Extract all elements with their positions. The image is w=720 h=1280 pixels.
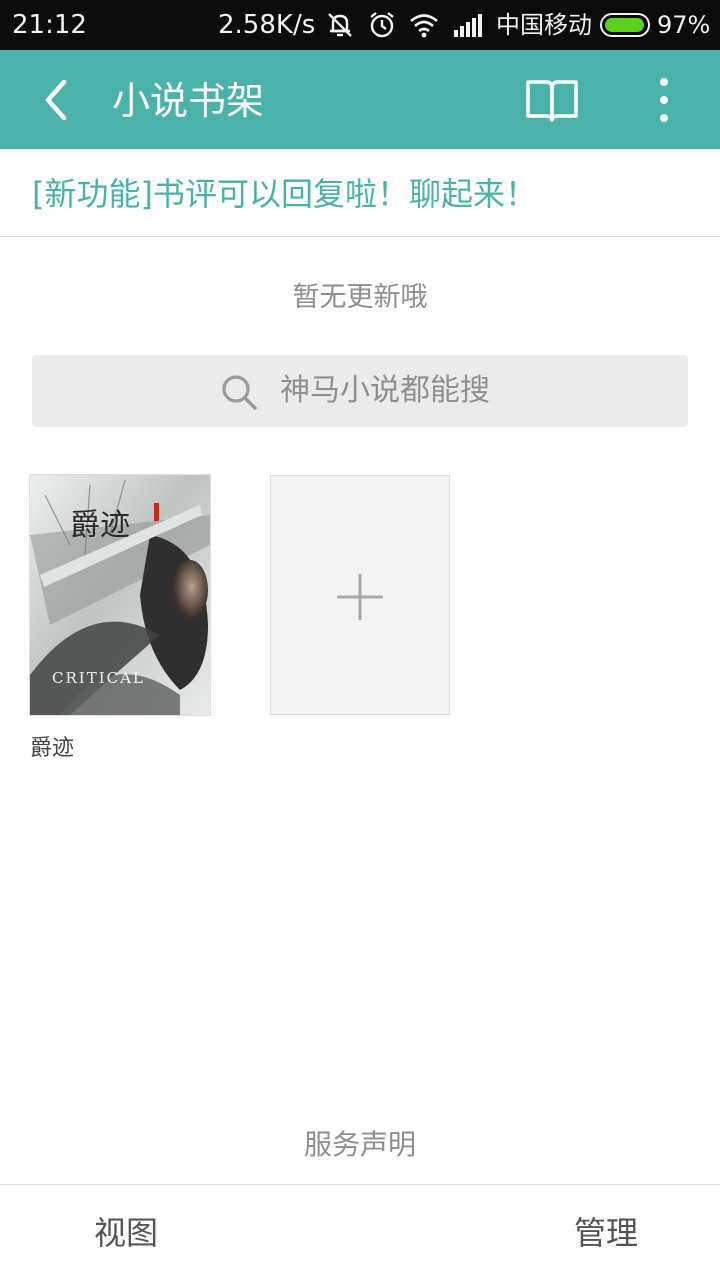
mute-vibrate-icon xyxy=(324,10,356,40)
back-icon xyxy=(45,79,67,121)
battery-level xyxy=(605,18,644,32)
page-title: 小说书架 xyxy=(112,79,265,123)
open-book-icon xyxy=(526,80,578,122)
search-bar[interactable]: 神马小说都能搜 xyxy=(32,355,688,427)
more-options-button[interactable] xyxy=(646,74,682,126)
bookstore-button[interactable] xyxy=(524,76,580,124)
plus-icon xyxy=(337,574,383,620)
more-vert-icon xyxy=(660,78,668,122)
search-placeholder: 神马小说都能搜 xyxy=(280,373,490,408)
title-bar: 小说书架 xyxy=(0,50,720,149)
add-book-button[interactable] xyxy=(270,475,450,715)
status-bar: 21:12 2.58K/s 中国移动 97% xyxy=(0,0,720,50)
alarm-icon xyxy=(366,10,398,40)
book-title[interactable]: 爵迹 xyxy=(30,735,74,763)
book-cover[interactable]: 爵迹 CRITICAL xyxy=(30,475,210,715)
signal-icon xyxy=(452,10,484,40)
cover-title: 爵迹 xyxy=(70,508,130,543)
network-speed: 2.58K/s xyxy=(218,10,316,40)
status-time: 21:12 xyxy=(12,10,87,40)
battery-percent: 97% xyxy=(657,11,711,39)
back-button[interactable] xyxy=(30,72,86,128)
cover-subtitle: CRITICAL xyxy=(52,669,145,687)
announcement-banner[interactable]: [新功能]书评可以回复啦！聊起来！ xyxy=(32,172,537,216)
service-statement-link[interactable]: 服务声明 xyxy=(0,1126,720,1164)
view-button[interactable]: 视图 xyxy=(94,1213,158,1253)
battery-icon xyxy=(600,13,650,37)
no-update-text: 暂无更新哦 xyxy=(292,282,428,313)
search-icon xyxy=(222,375,257,410)
wifi-icon xyxy=(408,10,440,40)
carrier-name: 中国移动 xyxy=(496,11,592,39)
bottom-bar: 视图 管理 xyxy=(0,1184,720,1280)
book-cover-art: 爵迹 CRITICAL xyxy=(30,475,210,715)
divider xyxy=(0,236,720,237)
manage-button[interactable]: 管理 xyxy=(574,1213,638,1253)
